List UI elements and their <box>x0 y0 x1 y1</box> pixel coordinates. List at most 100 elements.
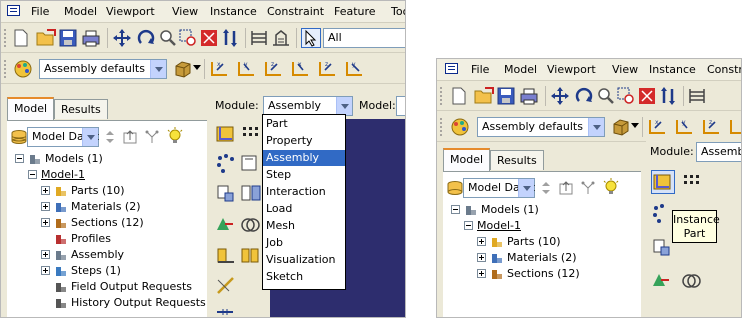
cycle-views-icon[interactable] <box>221 29 239 47</box>
menu-view[interactable]: View <box>612 63 638 76</box>
auto-fit-icon[interactable] <box>638 87 656 105</box>
menu-instance[interactable]: Instance <box>210 5 257 18</box>
rotate-icon[interactable] <box>137 29 155 47</box>
collapse-icon[interactable] <box>15 154 24 163</box>
merge-cut-icon[interactable] <box>215 214 237 236</box>
collapse-icon[interactable] <box>464 221 473 230</box>
radial-pattern-icon[interactable] <box>240 153 262 175</box>
toolbar-grip[interactable] <box>440 118 442 136</box>
tree-item[interactable]: Profiles <box>7 231 207 247</box>
module-option[interactable]: Interaction <box>263 184 345 200</box>
tree-item[interactable]: Models (1) <box>7 151 207 167</box>
module-option[interactable]: Visualization <box>263 252 345 268</box>
expand-icon[interactable] <box>477 269 486 278</box>
expand-icon[interactable] <box>41 250 50 259</box>
select-tool-button[interactable] <box>301 28 321 48</box>
toolbar-grip[interactable] <box>440 87 442 105</box>
save-icon[interactable] <box>59 29 77 47</box>
menu-viewport[interactable]: Viewport <box>106 5 155 18</box>
tree-item[interactable]: Materials (2) <box>443 250 641 266</box>
menu-view[interactable]: View <box>172 5 198 18</box>
move-up-icon[interactable] <box>122 129 138 145</box>
menu-file[interactable]: File <box>471 63 489 76</box>
menu-instance[interactable]: Instance <box>649 63 696 76</box>
menu-model[interactable]: Model <box>64 5 97 18</box>
render-style-icon[interactable] <box>172 59 192 79</box>
tree-item[interactable]: Parts (10) <box>443 234 641 250</box>
pan-icon[interactable] <box>113 29 131 47</box>
open-folder-icon[interactable] <box>36 29 56 47</box>
rotate-instance-icon[interactable] <box>240 183 262 205</box>
new-file-icon[interactable] <box>12 29 30 47</box>
menu-file[interactable]: File <box>31 5 49 18</box>
collapse-icon[interactable] <box>451 205 460 214</box>
tree-item[interactable]: Field Output Requests <box>7 279 207 295</box>
tree-item[interactable]: Sections (12) <box>7 215 207 231</box>
tree-item[interactable]: Model-1 <box>7 167 207 183</box>
view-orientation-icons[interactable]: xyzxzy <box>209 58 406 80</box>
assembly-defaults-combo[interactable]: Assembly defaults <box>39 59 167 79</box>
color-code-icon[interactable] <box>12 60 34 78</box>
new-file-icon[interactable] <box>450 87 468 105</box>
model-database-combo[interactable]: Model Datat <box>27 127 99 147</box>
expand-icon[interactable] <box>477 237 486 246</box>
query-icon[interactable] <box>250 29 268 47</box>
menu-viewport[interactable]: Viewport <box>547 63 596 76</box>
translate-instance-icon[interactable] <box>651 237 673 259</box>
module-option[interactable]: Assembly <box>263 150 345 166</box>
expand-icon[interactable] <box>41 218 50 227</box>
module-option[interactable]: Property <box>263 133 345 149</box>
save-icon[interactable] <box>497 87 515 105</box>
grid-icon[interactable] <box>240 123 262 145</box>
menu-constraint[interactable]: Constraint <box>707 63 741 76</box>
module-option[interactable]: Sketch <box>263 269 345 285</box>
merge-cut-icon[interactable] <box>651 270 673 292</box>
tree-filter-icon[interactable] <box>580 180 596 196</box>
model-database-combo[interactable]: Model Datat <box>463 178 535 198</box>
expand-icon[interactable] <box>477 253 486 262</box>
module-option[interactable]: Mesh <box>263 218 345 234</box>
tab-model[interactable]: Model <box>443 148 491 171</box>
render-style-icon[interactable] <box>610 117 630 137</box>
coaxial-constraint-icon[interactable] <box>681 270 703 292</box>
rotate-icon[interactable] <box>575 87 593 105</box>
menu-feature[interactable]: Feature <box>334 5 376 18</box>
translate-instance-icon[interactable] <box>215 183 237 205</box>
instance-part-button[interactable] <box>651 170 675 194</box>
box-zoom-icon[interactable] <box>179 29 197 47</box>
toolbar-grip[interactable] <box>4 60 6 78</box>
auto-fit-icon[interactable] <box>200 29 218 47</box>
lightbulb-icon[interactable] <box>602 178 620 196</box>
module-combo[interactable]: Assemb <box>696 142 741 162</box>
toggle-icon[interactable] <box>272 29 290 47</box>
system-menu-icon[interactable] <box>445 63 458 74</box>
lightbulb-icon[interactable] <box>166 127 184 145</box>
tab-model[interactable]: Model <box>7 97 55 120</box>
expand-icon[interactable] <box>41 186 50 195</box>
menu-constraint[interactable]: Constraint <box>267 5 324 18</box>
tree-item[interactable]: Assembly <box>7 247 207 263</box>
module-option[interactable]: Job <box>263 235 345 251</box>
tree-item[interactable]: Models (1) <box>443 202 641 218</box>
parallel-face-icon[interactable] <box>240 245 262 267</box>
print-icon[interactable] <box>519 87 539 105</box>
expand-icon[interactable] <box>41 266 50 275</box>
query-icon[interactable] <box>688 87 706 105</box>
chevron-down-icon[interactable] <box>631 123 639 129</box>
menu-tools[interactable]: Tools <box>391 5 405 18</box>
toolbar-grip[interactable] <box>4 29 6 47</box>
zoom-icon[interactable] <box>597 87 615 105</box>
print-icon[interactable] <box>81 29 101 47</box>
edge-constraint-icon[interactable] <box>215 245 237 267</box>
tab-results[interactable]: Results <box>54 99 108 119</box>
collapse-icon[interactable] <box>28 170 37 179</box>
module-option[interactable]: Step <box>263 167 345 183</box>
tree-filter-icon[interactable] <box>144 129 160 145</box>
tree-item[interactable]: History Output Requests <box>7 295 207 311</box>
chevron-down-icon[interactable] <box>193 65 201 71</box>
assembly-defaults-combo[interactable]: Assembly defaults <box>477 117 605 137</box>
spinner-icon[interactable] <box>105 130 115 144</box>
partition-icon[interactable] <box>215 303 237 318</box>
open-folder-icon[interactable] <box>474 87 494 105</box>
menu-model[interactable]: Model <box>504 63 537 76</box>
